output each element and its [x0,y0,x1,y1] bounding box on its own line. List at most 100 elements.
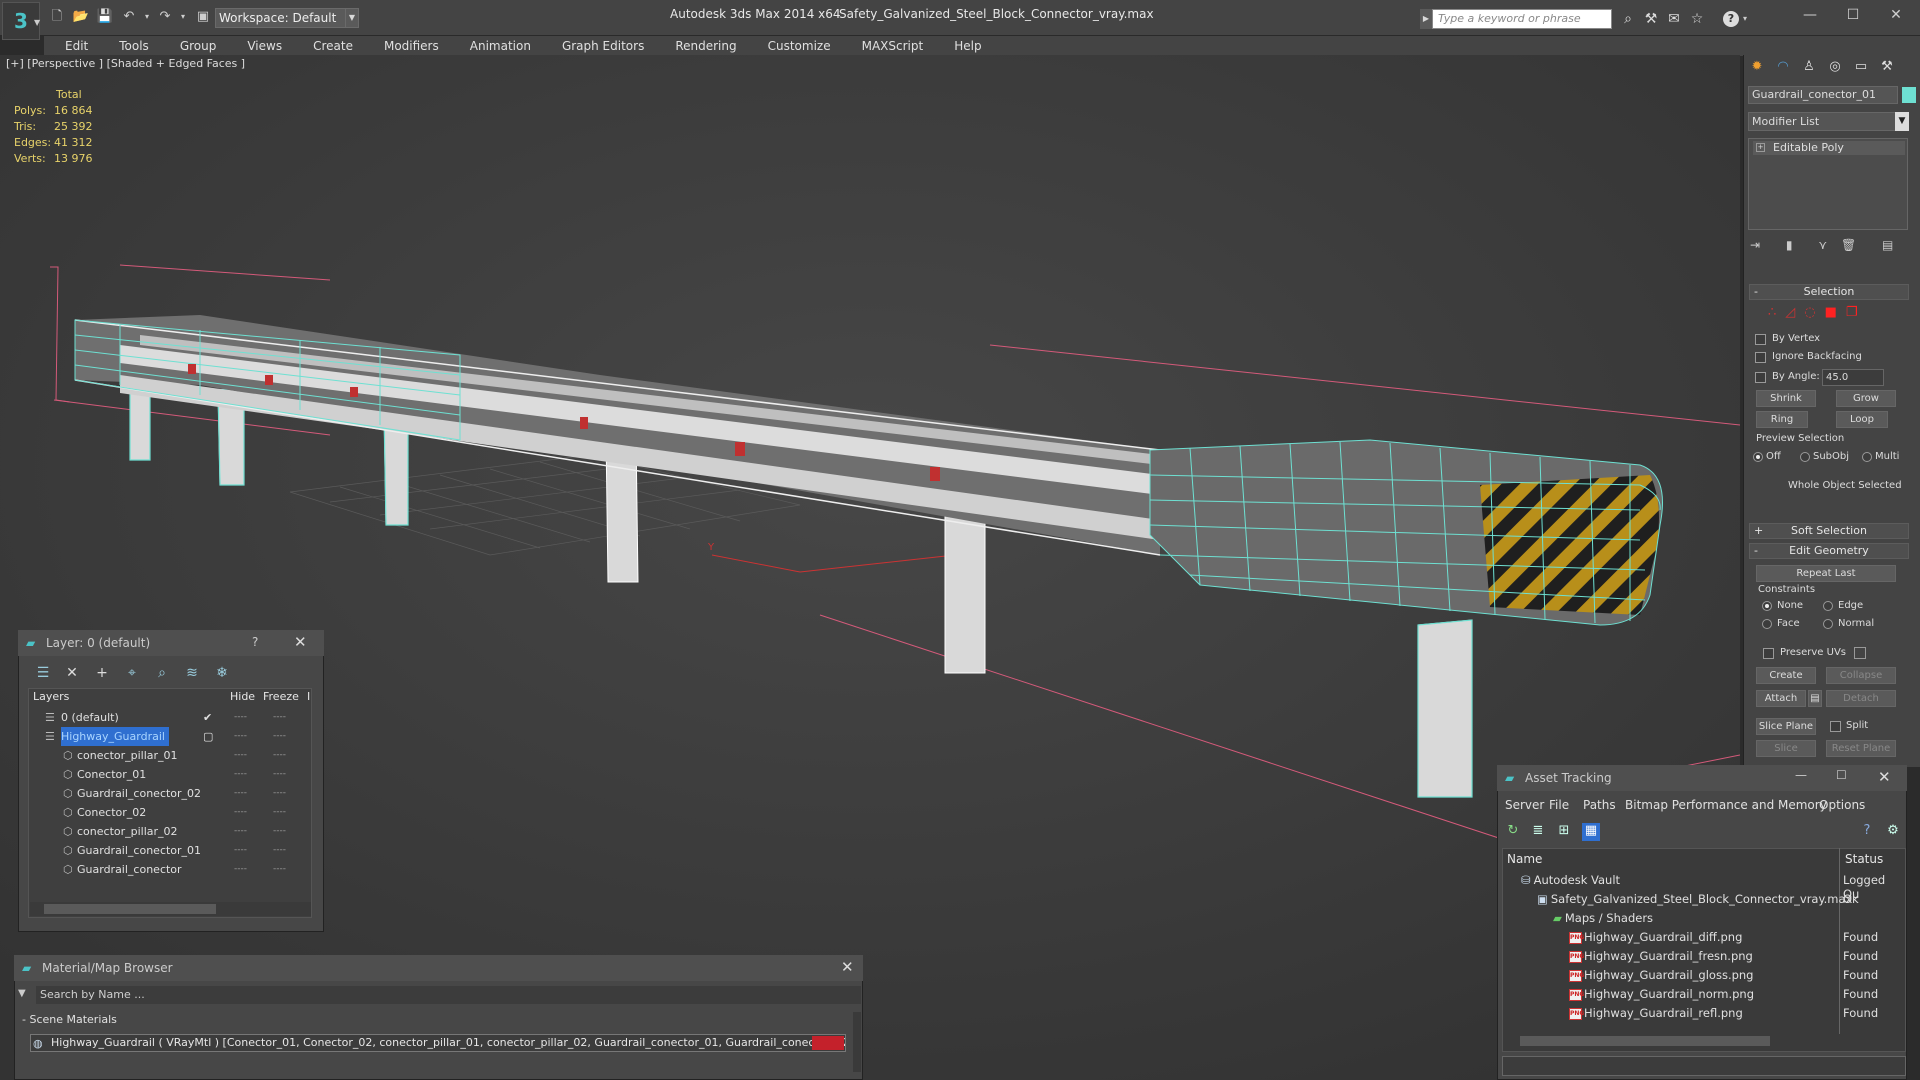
app-menu-chevron-icon[interactable]: ▼ [34,18,40,27]
menu-graph-editors[interactable]: Graph Editors [541,36,654,56]
by-angle-checkbox[interactable] [1755,372,1766,383]
hide-toggle[interactable]: ---- [234,803,247,822]
modify-tab-icon[interactable]: ◠ [1771,56,1795,78]
browser-options-icon[interactable]: ▼ [18,988,26,999]
freeze-toggle[interactable]: ---- [273,841,286,860]
asset-minimize-icon[interactable]: — [1795,768,1807,782]
menu-edit[interactable]: Edit [44,36,98,56]
asset-name-column-header[interactable]: Name [1507,852,1542,866]
freeze-toggle[interactable]: ---- [273,803,286,822]
undo-icon[interactable]: ↶ [120,8,138,26]
maximize-window-icon[interactable]: ☐ [1833,4,1873,26]
preserve-uvs-settings-icon[interactable] [1854,647,1866,659]
open-file-icon[interactable]: 📂 [72,8,90,26]
menu-animation[interactable]: Animation [449,36,541,56]
reset-plane-button[interactable]: Reset Plane [1826,740,1896,757]
configure-modifier-sets-icon[interactable]: ▤ [1882,238,1893,252]
freeze-toggle[interactable]: ---- [273,784,286,803]
hide-column-header[interactable]: Hide [230,690,255,703]
asset-menu-options[interactable]: Options [1819,798,1865,812]
ignore-backfacing-checkbox[interactable] [1755,352,1766,363]
close-window-icon[interactable]: ✕ [1876,4,1916,26]
asset-row[interactable]: ▣ Safety_Galvanized_Steel_Block_Connector… [1537,890,1852,909]
grow-button[interactable]: Grow [1836,390,1896,407]
freeze-all-layers-icon[interactable]: ❄ [212,665,232,683]
binoculars-icon[interactable]: ⌕ [1618,9,1638,29]
help-dropdown-icon[interactable]: ▾ [1743,14,1747,23]
redo-dropdown-icon[interactable]: ▾ [174,8,192,26]
freeze-toggle[interactable]: ---- [273,822,286,841]
menu-group[interactable]: Group [159,36,227,56]
search-expand-icon[interactable]: ▶ [1420,9,1432,29]
asset-menu-server[interactable]: Server [1505,798,1544,812]
asset-row[interactable]: PNGHighway_Guardrail_fresn.png [1569,947,1753,966]
more-column-header[interactable]: I [307,690,310,703]
asset-menu-paths[interactable]: Paths [1583,798,1616,812]
create-layer-icon[interactable]: ☰ [33,665,53,683]
hide-toggle[interactable]: ---- [234,746,247,765]
current-layer-check-icon[interactable]: ✔ [203,708,212,727]
edit-geometry-rollout-header[interactable]: - Edit Geometry [1749,543,1909,559]
preview-subobj-radio[interactable] [1800,452,1810,462]
add-to-layer-icon[interactable]: + [92,665,112,683]
soft-selection-rollout-header[interactable]: + Soft Selection [1749,523,1909,539]
menu-rendering[interactable]: Rendering [654,36,746,56]
attach-settings-icon[interactable]: ▤ [1808,690,1822,707]
menu-help[interactable]: Help [933,36,991,56]
hide-toggle[interactable]: ---- [234,822,247,841]
modifier-list-dropdown[interactable]: Modifier List [1748,112,1908,131]
utilities-tab-icon[interactable]: ⚒ [1875,56,1899,78]
menu-modifiers[interactable]: Modifiers [363,36,449,56]
scene-materials-group[interactable]: - Scene Materials [22,1013,117,1026]
constraint-none-radio[interactable] [1762,601,1772,611]
detach-button[interactable]: Detach [1826,690,1896,707]
hide-toggle[interactable]: ---- [234,784,247,803]
communication-icon[interactable]: ✉ [1664,9,1684,29]
material-search-input[interactable]: Search by Name ... [36,986,861,1004]
preview-off-radio[interactable] [1753,452,1763,462]
border-level-icon[interactable]: ◌ [1804,305,1824,320]
asset-maximize-icon[interactable]: ☐ [1836,768,1847,782]
layer-row[interactable]: ⬡ Guardrail_conector_02 ---- ---- [29,784,311,803]
material-browser-titlebar[interactable]: ▰ Material/Map Browser ✕ [14,955,863,981]
asset-settings-icon[interactable]: ⚙ [1884,823,1902,841]
object-color-swatch[interactable] [1902,87,1916,103]
material-entry-highway-guardrail[interactable]: Highway_Guardrail ( VRayMtl ) [Conector_… [30,1034,846,1052]
polygon-level-icon[interactable]: ■ [1825,305,1846,320]
create-button[interactable]: Create [1756,667,1816,684]
selection-rollout-header[interactable]: - Selection [1749,284,1909,300]
display-tab-icon[interactable]: ▭ [1849,56,1873,78]
show-end-result-icon[interactable]: ▮ [1786,238,1793,252]
motion-tab-icon[interactable]: ◎ [1823,56,1847,78]
layer-manager-titlebar[interactable]: ▰ Layer: 0 (default) ? ✕ [18,630,324,656]
pin-stack-icon[interactable]: ⇥ [1750,238,1760,252]
layer-hscroll-thumb[interactable] [44,904,216,914]
preview-multi-radio[interactable] [1862,452,1872,462]
project-folder-icon[interactable]: ▣ [194,8,212,26]
freeze-toggle[interactable]: ---- [273,860,286,879]
menu-customize[interactable]: Customize [747,36,841,56]
set-current-layer-icon[interactable]: ▢ [203,727,213,746]
material-vscrollbar[interactable] [853,1012,861,1072]
asset-menu-bitmap-performance[interactable]: Bitmap Performance and Memory [1625,798,1827,812]
layer-row[interactable]: ⬡ Guardrail_conector_01 ---- ---- [29,841,311,860]
loop-button[interactable]: Loop [1836,411,1888,428]
layer-close-icon[interactable]: ✕ [294,633,307,651]
asset-help-icon[interactable]: ? [1858,823,1876,841]
ring-button[interactable]: Ring [1756,411,1808,428]
asset-row[interactable]: PNGHighway_Guardrail_diff.png [1569,928,1742,947]
asset-row[interactable]: ⛁ Autodesk Vault [1521,871,1620,890]
asset-row[interactable]: ▰ Maps / Shaders [1553,909,1653,928]
hide-toggle[interactable]: ---- [234,841,247,860]
freeze-column-header[interactable]: Freeze [263,690,299,703]
asset-hscroll-thumb[interactable] [1520,1036,1770,1046]
layer-row[interactable]: ☰ 0 (default) ✔ ---- ---- [29,708,311,727]
favorites-star-icon[interactable]: ☆ [1687,9,1707,29]
asset-status-column-header[interactable]: Status [1845,852,1883,866]
subscription-icon[interactable]: ⚒ [1641,9,1661,29]
remove-modifier-icon[interactable]: 🗑 [1841,238,1856,252]
element-level-icon[interactable]: ❐ [1846,305,1867,320]
layer-row[interactable]: ⬡ Conector_01 ---- ---- [29,765,311,784]
layers-column-header[interactable]: Layers [33,690,69,703]
attach-button[interactable]: Attach [1756,690,1806,707]
